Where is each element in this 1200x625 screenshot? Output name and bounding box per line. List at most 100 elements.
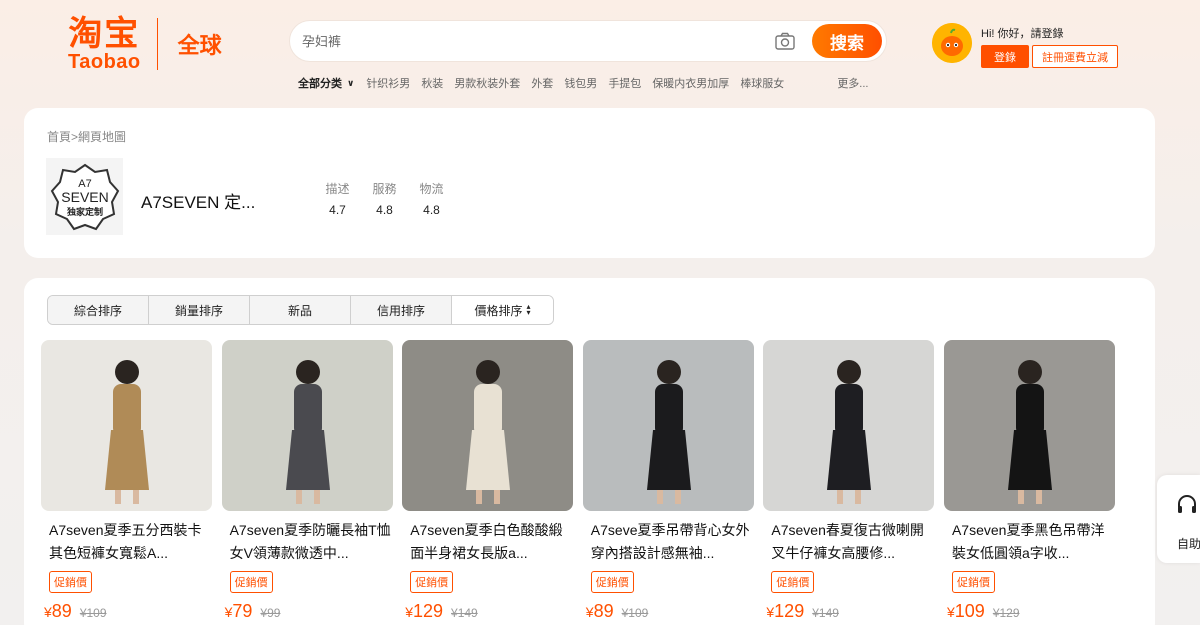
product-price: ¥89	[585, 601, 614, 621]
sort-arrows-icon: ▴ ▾	[526, 302, 531, 317]
original-price: ¥109	[79, 606, 107, 620]
avatar[interactable]	[932, 23, 972, 63]
category-link[interactable]: 秋装	[421, 75, 443, 91]
product-card[interactable]: A7seven夏季黑色吊帶洋裝女低圓領a字收... 促銷價 ¥109 ¥129	[943, 340, 1115, 622]
product-card[interactable]: A7seven夏季五分西裝卡其色短褲女寬鬆A... 促銷價 ¥89 ¥109	[41, 340, 212, 622]
price-value: 129	[774, 601, 805, 621]
all-categories-label: 全部分类	[298, 78, 342, 90]
product-card[interactable]: A7seve夏季吊帶背心女外穿內搭設計感無袖... 促銷價 ¥89 ¥109	[582, 340, 754, 622]
product-photo	[963, 340, 1095, 511]
sort-label: 價格排序	[474, 303, 523, 318]
product-title[interactable]: A7seven夏季五分西裝卡其色短褲女寬鬆A...	[41, 519, 212, 565]
original-price: ¥99	[260, 606, 281, 620]
shop-logo-line2: SEVEN	[61, 189, 108, 205]
sort-credit[interactable]: 信用排序	[351, 296, 452, 324]
original-price: ¥109	[621, 606, 649, 620]
product-image[interactable]	[402, 340, 574, 511]
search-button[interactable]: 搜索	[812, 24, 882, 58]
rating-value: 4.8	[423, 203, 440, 217]
product-photo	[241, 340, 373, 511]
logo-mark: 淘宝 Taobao	[68, 16, 141, 72]
product-image[interactable]	[221, 340, 393, 511]
category-link[interactable]: 钱包男	[564, 75, 597, 91]
camera-icon[interactable]	[774, 30, 796, 52]
category-link[interactable]: 手提包	[608, 75, 641, 91]
category-link[interactable]: 保暖内衣男加厚	[652, 75, 729, 91]
sort-overall[interactable]: 綜合排序	[48, 296, 149, 324]
rating-description: 描述 4.7	[314, 180, 361, 217]
product-title[interactable]: A7seven春夏復古微喇開叉牛仔褲女高腰修...	[763, 519, 934, 565]
product-price: ¥129	[405, 601, 444, 621]
more-categories-link[interactable]: 更多...	[837, 75, 868, 91]
rating-value: 4.7	[329, 203, 346, 217]
breadcrumb[interactable]: 首頁>網頁地圖	[47, 128, 126, 145]
search-input[interactable]	[290, 21, 774, 61]
product-photo	[61, 340, 192, 511]
product-price: ¥89	[44, 601, 72, 621]
sort-sales[interactable]: 銷量排序	[149, 296, 250, 324]
sort-new[interactable]: 新品	[250, 296, 351, 324]
rating-label: 描述	[325, 182, 350, 196]
product-title[interactable]: A7seve夏季吊帶背心女外穿內搭設計感無袖...	[583, 519, 754, 565]
product-card[interactable]: A7seven春夏復古微喇開叉牛仔褲女高腰修... 促銷價 ¥129 ¥149	[763, 340, 935, 622]
product-photo	[422, 340, 554, 511]
price-row: ¥129 ¥149	[763, 601, 934, 622]
rating-label: 服務	[372, 182, 397, 196]
rating-label: 物流	[419, 182, 444, 196]
promo-badge: 促銷價	[49, 571, 92, 593]
price-value: 89	[51, 601, 72, 621]
sort-price[interactable]: 價格排序 ▴ ▾	[452, 296, 553, 324]
category-nav: 全部分类 ∨ 针织衫男 秋装 男款秋装外套 外套 钱包男 手提包 保暖内衣男加厚…	[298, 75, 868, 91]
category-link[interactable]: 棒球服女	[740, 75, 784, 91]
product-image[interactable]	[943, 340, 1115, 511]
promo-badge: 促銷價	[590, 571, 634, 593]
original-price: ¥129	[992, 606, 1020, 620]
sort-label: 信用排序	[376, 303, 425, 318]
original-price: ¥149	[451, 606, 478, 620]
price-value: 89	[593, 601, 614, 621]
price-value: 129	[412, 601, 444, 621]
login-button[interactable]: 登錄	[981, 45, 1029, 68]
product-photo	[602, 340, 734, 511]
rating-value: 4.8	[376, 203, 393, 217]
all-categories-menu[interactable]: 全部分类 ∨	[298, 75, 354, 91]
user-panel: Hi! 你好，請登錄 登錄 註冊運費立減	[932, 23, 1118, 68]
product-title[interactable]: A7seven夏季白色酸酸緞面半身裙女長版a...	[402, 519, 573, 565]
rating-logistics: 物流 4.8	[408, 180, 455, 217]
register-button[interactable]: 註冊運費立減	[1032, 45, 1118, 68]
greeting-text: Hi! 你好，請登錄	[981, 28, 1064, 40]
product-photo	[783, 340, 915, 511]
shop-logo[interactable]: A7 SEVEN 独家定制	[46, 158, 123, 235]
price-row: ¥79 ¥99	[222, 601, 393, 622]
original-price: ¥149	[812, 606, 839, 620]
shop-ratings: 描述 4.7 服務 4.8 物流 4.8	[314, 180, 455, 217]
product-price: ¥79	[224, 601, 253, 621]
price-row: ¥89 ¥109	[41, 601, 212, 622]
product-card[interactable]: A7seven夏季白色酸酸緞面半身裙女長版a... 促銷價 ¥129 ¥149	[402, 340, 574, 622]
sort-label: 綜合排序	[73, 303, 122, 318]
category-link[interactable]: 针织衫男	[366, 75, 410, 91]
price-value: 79	[232, 601, 253, 621]
price-row: ¥109 ¥129	[944, 601, 1115, 622]
product-price: ¥129	[766, 601, 805, 621]
logo-divider	[156, 18, 158, 70]
product-image[interactable]	[582, 340, 754, 511]
category-link[interactable]: 男款秋装外套	[454, 75, 520, 91]
price-row: ¥129 ¥149	[402, 601, 573, 622]
chevron-down-icon: ∨	[347, 77, 355, 88]
product-image[interactable]	[763, 340, 935, 511]
taobao-logo[interactable]: 淘宝 Taobao 全球	[68, 16, 222, 72]
product-title[interactable]: A7seven夏季黑色吊帶洋裝女低圓領a字收...	[944, 519, 1115, 565]
price-value: 109	[954, 601, 985, 621]
product-title[interactable]: A7seven夏季防曬長袖T恤女V領薄款微透中...	[222, 519, 393, 565]
product-grid: A7seven夏季五分西裝卡其色短褲女寬鬆A... 促銷價 ¥89 ¥109 A…	[41, 340, 1125, 622]
shop-logo-line3: 独家定制	[65, 206, 102, 218]
price-row: ¥89 ¥109	[583, 601, 754, 622]
self-service-tab[interactable]: 自助	[1157, 475, 1200, 563]
category-link[interactable]: 外套	[531, 75, 553, 91]
product-list-card: 綜合排序 銷量排序 新品 信用排序 價格排序 ▴ ▾ A7seven夏季五分西裝卡…	[24, 278, 1155, 625]
product-image[interactable]	[41, 340, 212, 511]
shop-name[interactable]: A7SEVEN 定...	[141, 188, 255, 213]
product-card[interactable]: A7seven夏季防曬長袖T恤女V領薄款微透中... 促銷價 ¥79 ¥99	[221, 340, 393, 622]
sort-bar: 綜合排序 銷量排序 新品 信用排序 價格排序 ▴ ▾	[47, 295, 554, 325]
